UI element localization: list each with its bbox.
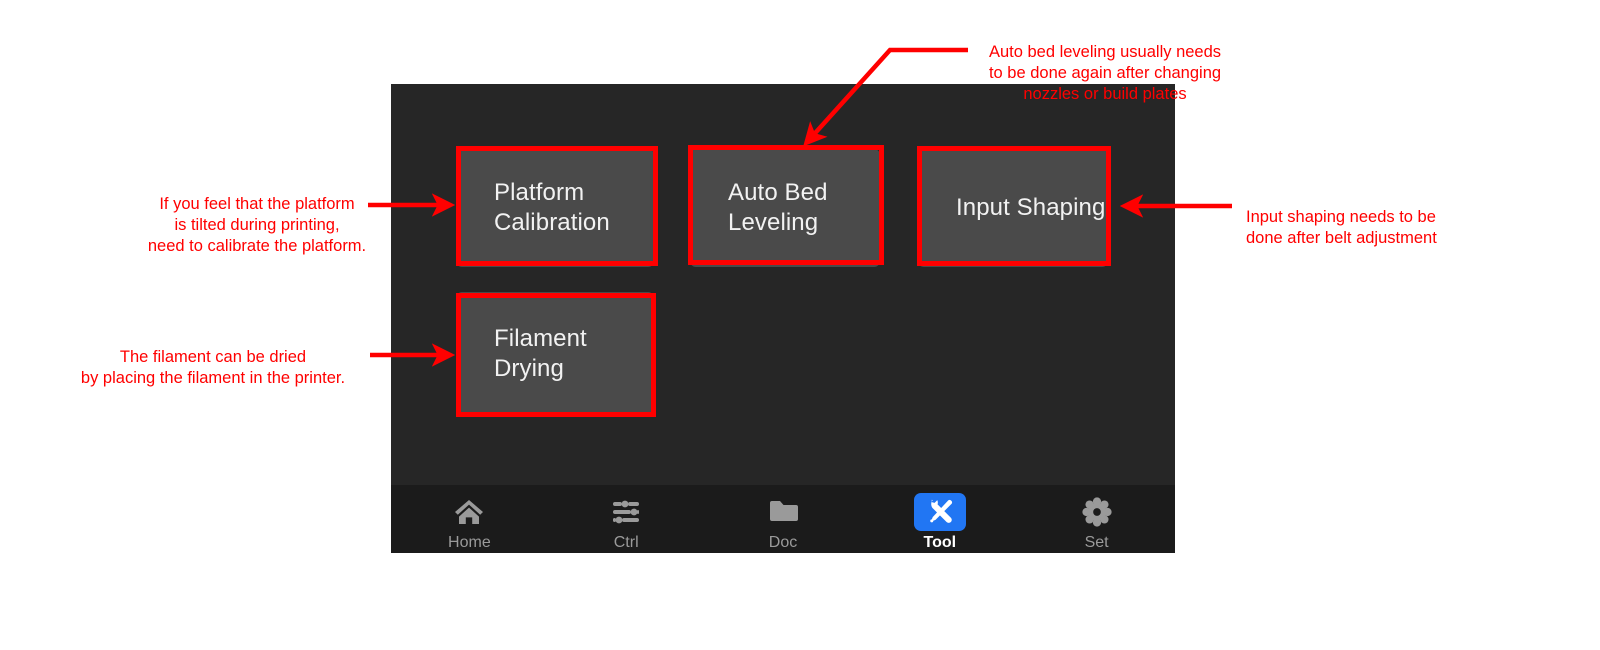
callout-input-shaping-text: Input shaping needs to be done after bel…: [1246, 208, 1437, 247]
nav-item-set-label: Set: [1084, 534, 1109, 551]
callout-platform-calibration-text: If you feel that the platform is tilted …: [147, 195, 367, 255]
sliders-icon: [600, 493, 652, 531]
tile-filament-drying-label: Filament Drying: [494, 325, 587, 382]
nav-item-ctrl-label: Ctrl: [613, 534, 639, 551]
bottom-navigation-bar: Home Ctrl Doc Tool Set: [391, 485, 1175, 553]
printer-touchscreen-panel: Platform Calibration Auto Bed Leveling I…: [391, 84, 1175, 553]
tools-icon: [913, 493, 966, 531]
callout-platform-calibration: If you feel that the platform is tilted …: [128, 173, 386, 257]
nav-item-home[interactable]: Home: [391, 485, 548, 553]
nav-item-ctrl[interactable]: Ctrl: [548, 485, 705, 553]
nav-item-doc-label: Doc: [768, 534, 798, 551]
folder-icon: [757, 493, 809, 531]
callout-filament-drying: The filament can be dried by placing the…: [48, 326, 378, 389]
gear-icon: [1071, 493, 1123, 531]
tile-auto-bed-leveling-label: Auto Bed Leveling: [728, 179, 828, 236]
tile-input-shaping-label: Input Shaping: [956, 194, 1106, 221]
nav-item-home-label: Home: [448, 534, 491, 551]
tile-filament-drying[interactable]: Filament Drying: [456, 292, 654, 416]
home-icon: [443, 493, 495, 531]
tool-tile-grid: Platform Calibration Auto Bed Leveling I…: [391, 84, 1175, 484]
nav-item-set[interactable]: Set: [1018, 485, 1175, 553]
nav-item-doc[interactable]: Doc: [705, 485, 862, 553]
callout-input-shaping: Input shaping needs to be done after bel…: [1246, 186, 1546, 249]
tile-auto-bed-leveling[interactable]: Auto Bed Leveling: [690, 149, 880, 267]
callout-filament-drying-text: The filament can be dried by placing the…: [80, 348, 346, 387]
nav-item-tool[interactable]: Tool: [861, 485, 1018, 553]
tile-platform-calibration[interactable]: Platform Calibration: [456, 149, 654, 267]
nav-item-tool-label: Tool: [923, 534, 957, 551]
tile-input-shaping[interactable]: Input Shaping: [918, 149, 1108, 267]
tile-platform-calibration-label: Platform Calibration: [494, 179, 610, 236]
